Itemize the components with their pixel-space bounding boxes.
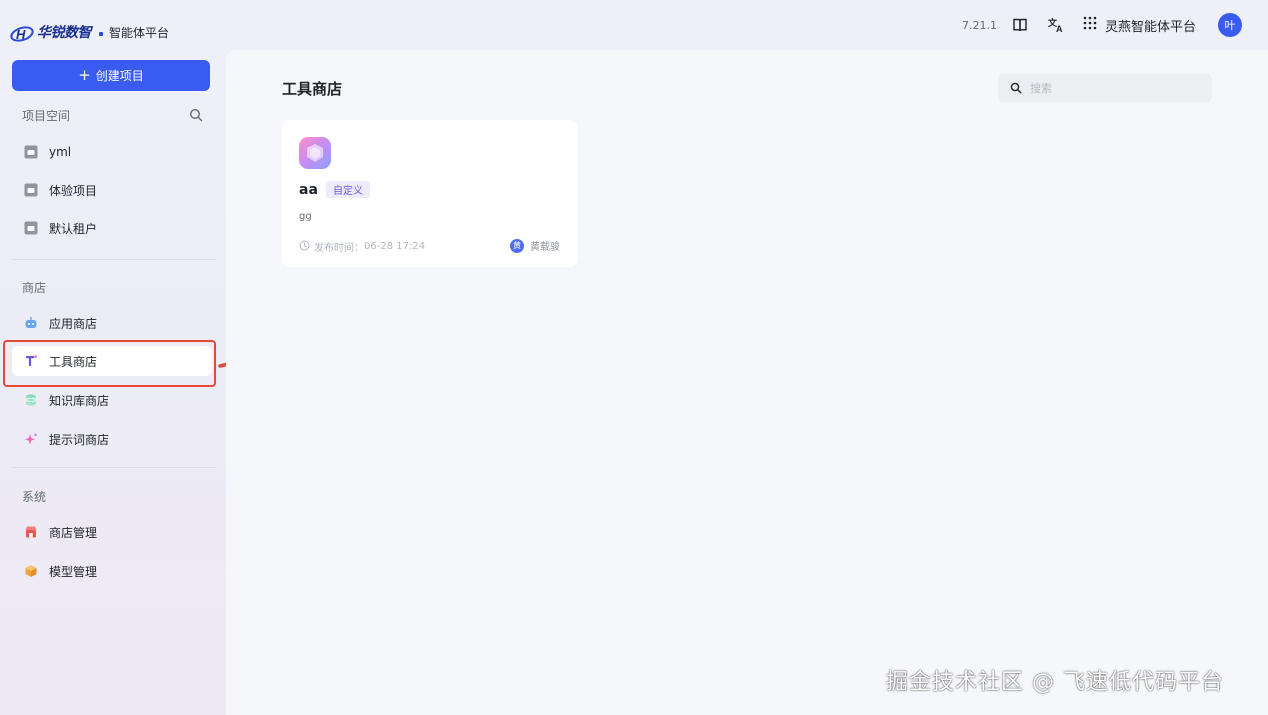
brand: H 华锐数智 智能体平台 [10, 18, 169, 42]
folder-icon [24, 221, 38, 235]
brand-dot [99, 32, 103, 36]
sparkle-icon [24, 432, 38, 446]
author-avatar: 黄 [510, 238, 524, 253]
version-label: 7.21.1 [961, 18, 997, 32]
author-name: 黄载骏 [530, 242, 560, 253]
project-item-label: 体验项目 [49, 183, 98, 198]
sidebar-item-label: 提示词商店 [49, 432, 110, 447]
project-item-label: 默认租户 [49, 221, 98, 236]
divider [12, 467, 216, 468]
sidebar-item-store-management[interactable]: 商店管理 [12, 517, 212, 547]
platform-switcher[interactable]: 灵燕智能体平台 [1083, 16, 1196, 35]
page-title: 工具商店 [282, 80, 343, 98]
tool-card-tag: 自定义 [326, 181, 370, 198]
store-section-title: 商店 [22, 281, 47, 295]
tool-card-name: aa [299, 182, 318, 198]
translate-icon[interactable]: 文A [1047, 16, 1065, 34]
system-section-title: 系统 [22, 490, 47, 504]
project-item-trial[interactable]: 体验项目 [12, 175, 212, 205]
create-project-button[interactable]: + 创建项目 [12, 60, 210, 91]
project-item-label: yml [49, 145, 72, 159]
svg-text:H: H [16, 27, 26, 42]
book-icon[interactable] [1011, 16, 1029, 34]
database-icon [24, 393, 38, 407]
topbar: 7.21.1 文A 灵燕智能体平台 叶 [962, 12, 1242, 38]
sidebar: H 华锐数智 智能体平台 + 创建项目 项目空间 yml 体验项目 默认租户 商… [0, 0, 222, 715]
highlight-box [3, 340, 216, 387]
user-avatar[interactable]: 叶 [1218, 13, 1242, 37]
robot-icon [24, 316, 38, 330]
clock-icon [299, 240, 310, 254]
watermark: 掘金技术社区 @ 飞速低代码平台 [886, 670, 1224, 695]
tool-card-description: gg [299, 211, 312, 222]
project-search-icon[interactable] [189, 107, 203, 122]
folder-icon [24, 145, 38, 159]
folder-icon [24, 183, 38, 197]
project-item-default-tenant[interactable]: 默认租户 [12, 213, 212, 243]
plus-icon: + [78, 66, 91, 84]
search-box[interactable] [998, 74, 1212, 102]
brand-subtitle: 智能体平台 [109, 26, 170, 40]
brand-name: 华锐数智 [37, 25, 92, 41]
publish-time-value: 06-28 17:24 [364, 241, 426, 252]
apps-grid-icon [1083, 16, 1097, 34]
sidebar-item-label: 商店管理 [49, 525, 98, 540]
create-project-label: 创建项目 [95, 69, 144, 83]
divider [12, 259, 216, 260]
sidebar-item-label: 应用商店 [49, 316, 98, 331]
svg-text:A: A [1056, 24, 1063, 34]
sidebar-item-knowledge-store[interactable]: 知识库商店 [12, 385, 212, 415]
sidebar-item-label: 模型管理 [49, 564, 98, 579]
tool-card-author: 黄 黄载骏 [510, 238, 560, 253]
project-section-title: 项目空间 [22, 109, 71, 123]
main-panel: 工具商店 aa 自定义 gg 发布时间： 06-28 17:24 黄 黄载骏 [226, 50, 1268, 715]
sidebar-item-model-management[interactable]: 模型管理 [12, 556, 212, 586]
search-icon [1010, 79, 1022, 98]
tool-card-icon [299, 137, 331, 169]
store-icon [24, 525, 38, 539]
search-input[interactable] [1030, 81, 1200, 95]
sidebar-item-label: 知识库商店 [49, 393, 110, 408]
tool-card-publish-time: 发布时间： 06-28 17:24 [299, 239, 425, 254]
platform-name: 灵燕智能体平台 [1104, 19, 1196, 35]
brand-logo-icon: H [10, 24, 34, 42]
sidebar-item-app-store[interactable]: 应用商店 [12, 308, 212, 338]
publish-time-label: 发布时间： [314, 243, 364, 254]
project-item-yml[interactable]: yml [12, 137, 212, 167]
cube-icon [24, 564, 38, 578]
sidebar-item-prompt-store[interactable]: 提示词商店 [12, 424, 212, 454]
tool-card[interactable]: aa 自定义 gg 发布时间： 06-28 17:24 黄 黄载骏 [282, 120, 578, 267]
